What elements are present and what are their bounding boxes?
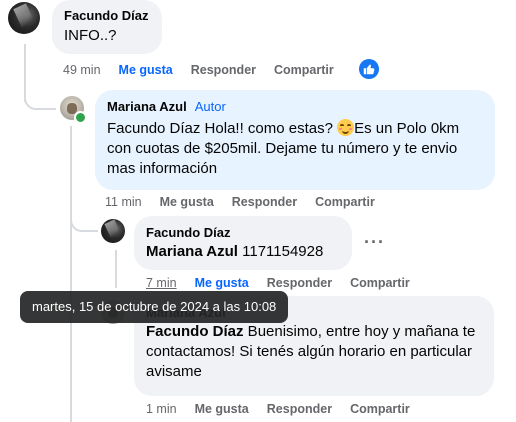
share-button[interactable]: Compartir [350, 402, 410, 416]
like-button[interactable]: Me gusta [195, 402, 249, 416]
thumbs-up-icon [363, 64, 375, 75]
comment-actions-1: 49 min Me gusta Responder Compartir [63, 63, 352, 77]
avatar-facundo[interactable] [101, 219, 125, 243]
reply-button[interactable]: Responder [267, 402, 332, 416]
comment-time[interactable]: 11 min [105, 195, 142, 209]
share-button[interactable]: Compartir [274, 63, 334, 77]
comment-text-part: Hola!! como estas? [200, 120, 338, 137]
timestamp-tooltip: martes, 15 de octubre de 2024 a las 10:0… [20, 291, 289, 323]
mention-link[interactable]: Mariana Azul [146, 243, 238, 260]
thread-line-reply [70, 126, 72, 422]
thread-line-nested [115, 250, 117, 288]
share-button[interactable]: Compartir [350, 276, 410, 290]
comment-actions-2: 11 min Me gusta Responder Compartir [105, 195, 393, 209]
comment-author[interactable]: Facundo Díaz [146, 225, 340, 240]
comment-author[interactable]: Mariana Azul [107, 99, 187, 114]
like-button[interactable]: Me gusta [195, 276, 249, 290]
comment-text: Mariana Azul 1171154928 [146, 242, 340, 262]
like-button[interactable]: Me gusta [119, 63, 173, 77]
comment-actions-3: 7 min Me gusta Responder Compartir [146, 276, 428, 290]
reply-button[interactable]: Responder [232, 195, 297, 209]
comment-time[interactable]: 1 min [146, 402, 177, 416]
comment-text: INFO..? [64, 27, 117, 44]
share-button[interactable]: Compartir [315, 195, 375, 209]
mention-link[interactable]: Facundo Díaz [107, 120, 200, 137]
comment-actions-4: 1 min Me gusta Responder Compartir [146, 402, 428, 416]
thread-curve-2 [70, 200, 98, 232]
more-options-icon[interactable]: ··· [364, 232, 385, 253]
comment-text: Facundo Díaz Hola!! como estas? Es un Po… [107, 119, 483, 179]
like-icon[interactable] [359, 59, 379, 79]
online-status-dot [74, 111, 87, 124]
comment-bubble-1: Facundo Díaz INFO..? [52, 0, 162, 54]
comment-author[interactable]: Facundo Díaz [64, 8, 150, 23]
mention-link[interactable]: Facundo Díaz [146, 323, 244, 340]
comment-time[interactable]: 49 min [63, 63, 101, 77]
comment-text: Facundo Díaz Buenisimo, entre hoy y maña… [146, 322, 482, 382]
comment-bubble-3: Facundo Díaz Mariana Azul 1171154928 [134, 216, 352, 270]
smiling-face-emoji-icon [337, 119, 355, 136]
thread-curve-1 [24, 78, 56, 110]
comment-time[interactable]: 7 min [146, 276, 177, 290]
author-badge: Autor [194, 99, 226, 114]
avatar-facundo[interactable] [8, 2, 40, 34]
comment-bubble-2: Mariana Azul Autor Facundo Díaz Hola!! co… [95, 90, 495, 190]
reply-button[interactable]: Responder [267, 276, 332, 290]
reply-button[interactable]: Responder [191, 63, 256, 77]
like-button[interactable]: Me gusta [160, 195, 214, 209]
comment-text-part: 1171154928 [237, 243, 324, 260]
